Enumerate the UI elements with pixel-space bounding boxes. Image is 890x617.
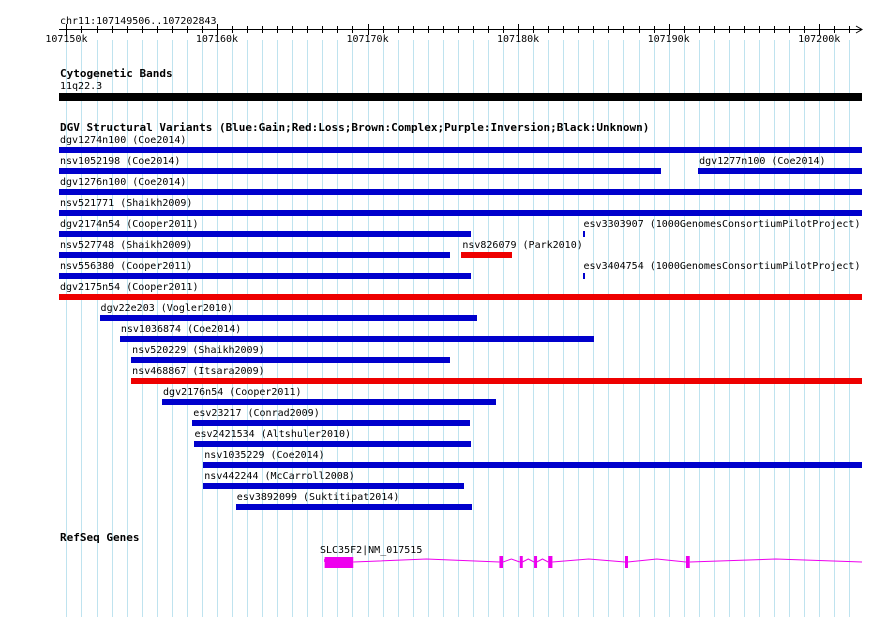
gene-exon[interactable] <box>685 556 690 568</box>
gene-exon[interactable] <box>324 557 354 568</box>
gene-exon[interactable] <box>548 556 553 568</box>
gene-exon[interactable] <box>519 556 523 568</box>
refseq-gene-model[interactable] <box>0 0 890 617</box>
gene-intron-line <box>324 558 863 563</box>
genome-browser: chr11:107149506..107202843 107150k 107160… <box>0 0 890 617</box>
gene-exon[interactable] <box>499 556 504 568</box>
gene-exon[interactable] <box>534 556 538 568</box>
gene-exon[interactable] <box>624 556 628 568</box>
